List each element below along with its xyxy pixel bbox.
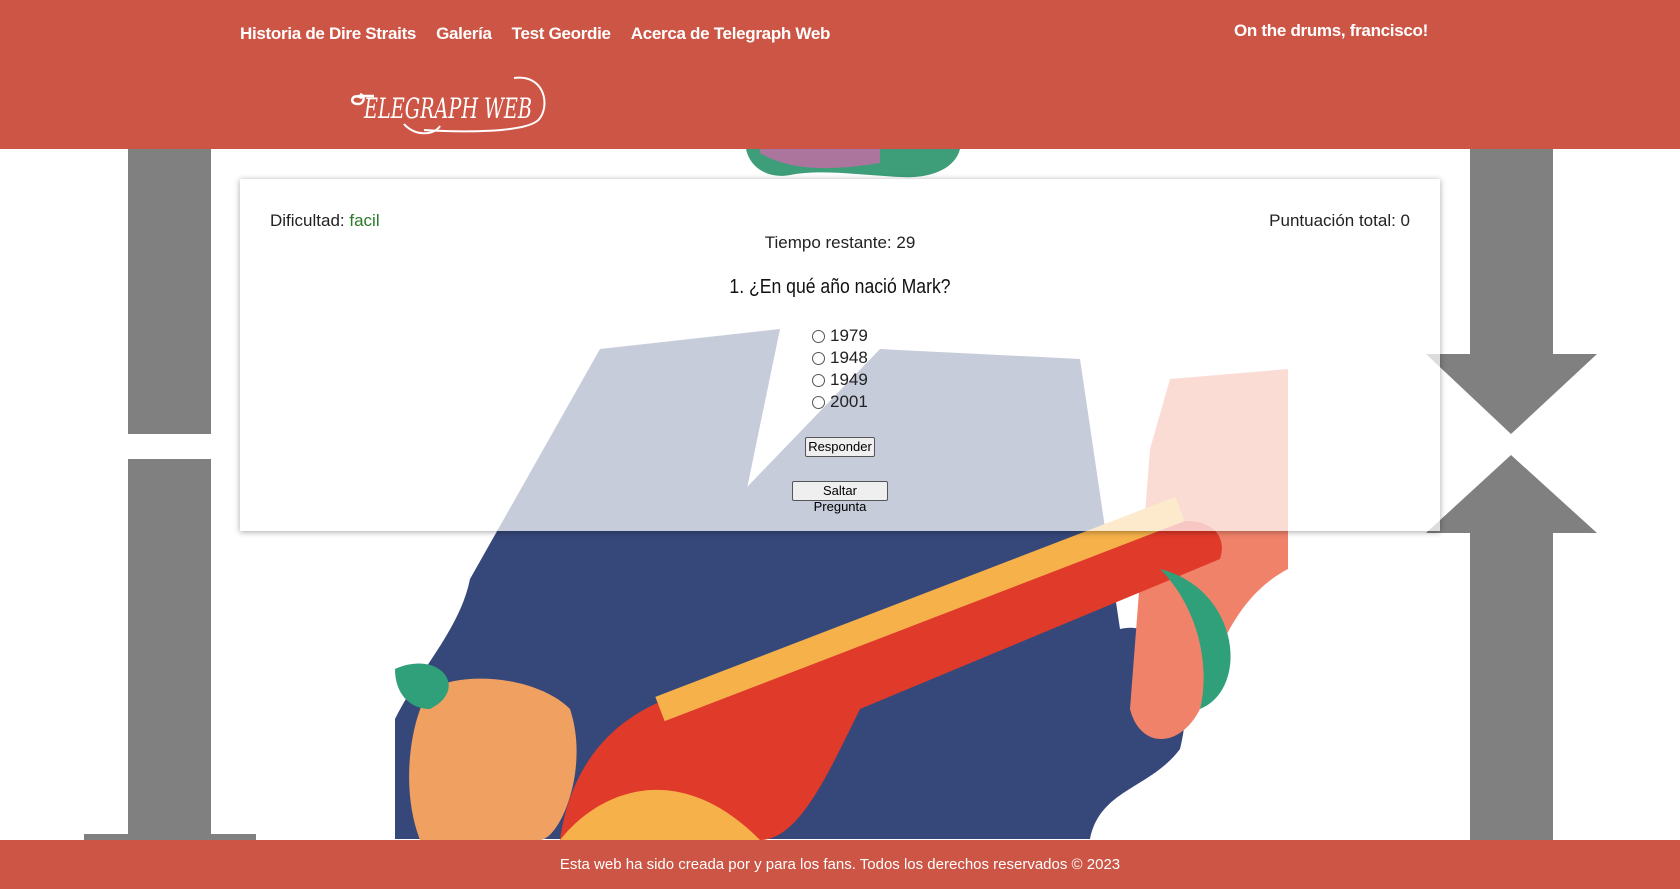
answer-button[interactable]: Responder: [805, 437, 875, 457]
skip-question-button[interactable]: Saltar Pregunta: [792, 481, 888, 514]
site-footer: Esta web ha sido creada por y para los f…: [0, 840, 1680, 889]
option-label: 2001: [830, 392, 868, 411]
option-label: 1949: [830, 370, 868, 389]
question-text: 1. ¿En qué año nació Mark?: [729, 276, 951, 298]
svg-text:ELEGRAPH WEB: ELEGRAPH WEB: [363, 92, 532, 125]
answer-option[interactable]: 1949: [812, 369, 868, 391]
difficulty-label: Dificultad:: [270, 211, 345, 230]
difficulty-value: facil: [349, 211, 380, 230]
site-header: Historia de Dire Straits Galería Test Ge…: [0, 0, 1680, 149]
telegraph-web-logo[interactable]: ELEGRAPH WEB: [344, 74, 554, 136]
answer-option[interactable]: 1948: [812, 347, 868, 369]
nav-link-acerca[interactable]: Acerca de Telegraph Web: [631, 24, 831, 44]
answer-options: 1979 1948 1949 2001: [812, 325, 868, 413]
radio-button[interactable]: [812, 329, 825, 343]
nav-link-galeria[interactable]: Galería: [436, 24, 492, 44]
answer-option[interactable]: 1979: [812, 325, 868, 347]
radio-button[interactable]: [812, 373, 825, 387]
option-label: 1948: [830, 348, 868, 367]
radio-button[interactable]: [812, 395, 825, 409]
option-label: 1979: [830, 326, 868, 345]
main-nav: Historia de Dire Straits Galería Test Ge…: [240, 24, 830, 44]
time-remaining: Tiempo restante: 29: [764, 233, 916, 252]
nav-link-test-geordie[interactable]: Test Geordie: [512, 24, 611, 44]
radio-button[interactable]: [812, 351, 825, 365]
quiz-card: Dificultad: facil Puntuación total: 0 Ti…: [240, 179, 1440, 531]
total-score: Puntuación total: 0: [1269, 211, 1410, 230]
nav-link-historia[interactable]: Historia de Dire Straits: [240, 24, 416, 44]
difficulty-indicator: Dificultad: facil: [270, 211, 380, 231]
user-greeting: On the drums, francisco!: [1233, 21, 1428, 40]
answer-option[interactable]: 2001: [812, 391, 868, 413]
